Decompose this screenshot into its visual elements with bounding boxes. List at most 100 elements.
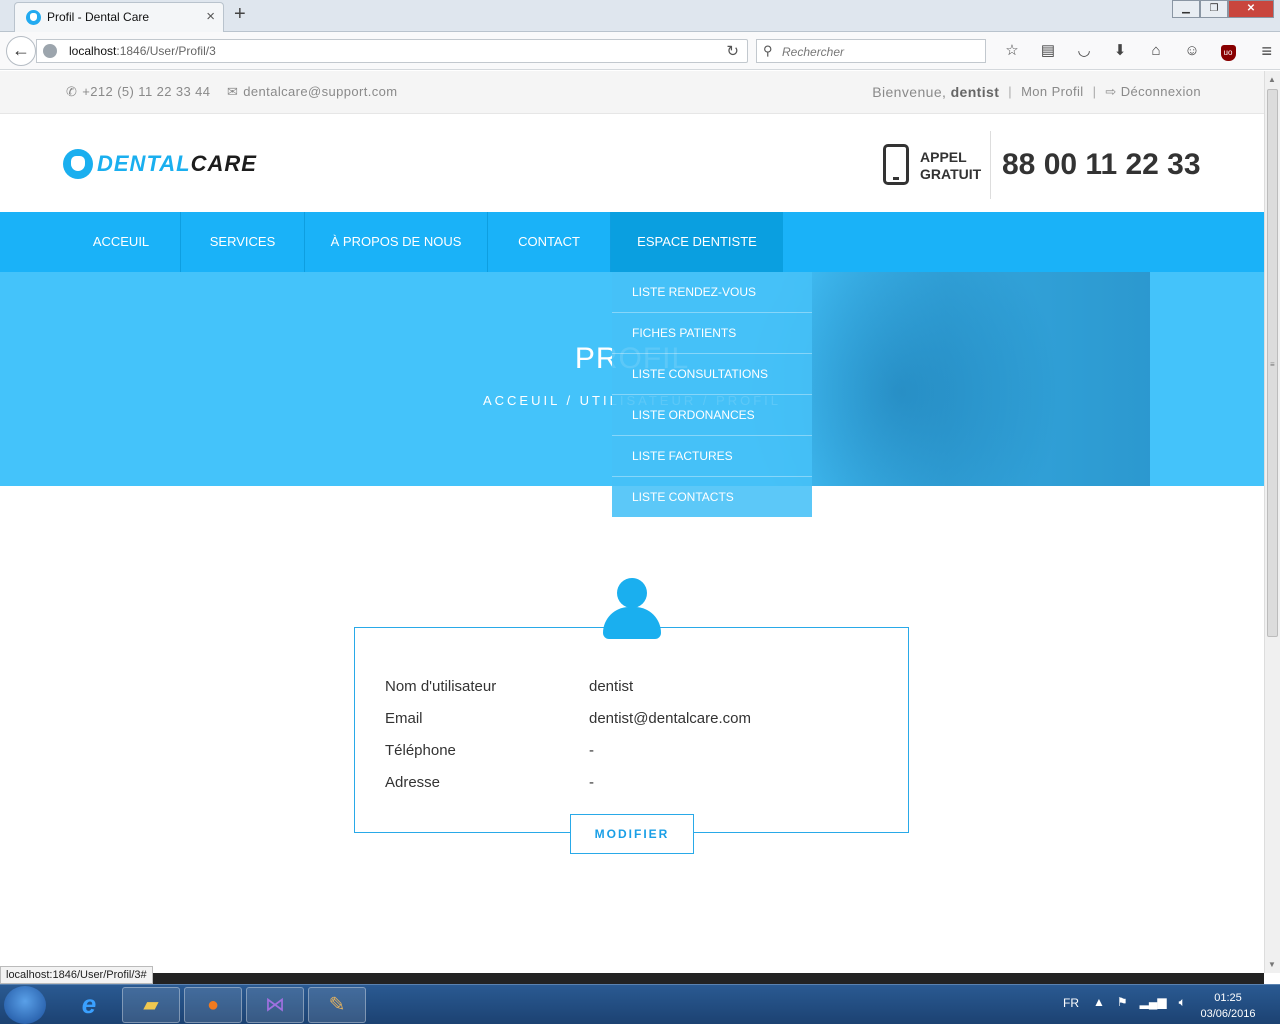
logout-link[interactable]: ⇨ Déconnexion [1105, 84, 1201, 100]
clock-date: 03/06/2016 [1200, 1008, 1256, 1020]
close-window-icon[interactable]: ✕ [1228, 0, 1274, 18]
tab-close-icon[interactable]: × [206, 8, 215, 25]
logo-dental: DENTAL [97, 151, 191, 176]
nav-item-espace-dentiste[interactable]: ESPACE DENTISTE [611, 212, 783, 272]
browser-tab-bar: Profil - Dental Care × + ▁ ❐ ✕ [0, 0, 1280, 32]
action-center-icon[interactable]: ⚑ [1117, 995, 1128, 1010]
firefox-icon[interactable]: ● [184, 987, 242, 1023]
home-icon[interactable]: ⌂ [1138, 41, 1174, 61]
logo-care: CARE [190, 151, 257, 176]
call-number: 88 00 11 22 33 [1002, 148, 1201, 181]
espace-dentiste-dropdown: LISTE RENDEZ-VOUS FICHES PATIENTS LISTE … [612, 272, 812, 517]
logo-text: DENTALCARE [97, 151, 257, 177]
envelope-icon: ✉ [227, 84, 239, 99]
site-footer-edge [0, 973, 1264, 984]
network-icon[interactable]: ▂▄▆ [1140, 995, 1167, 1010]
dropdown-item-fiches-patients[interactable]: FICHES PATIENTS [612, 313, 812, 354]
browser-tab[interactable]: Profil - Dental Care × [14, 2, 224, 32]
toolbar-icons: ☆ ▤ ◡ ⬇ ⌂ ☺ uo [994, 41, 1246, 61]
url-text: localhost:1846/User/Profil/3 [69, 44, 216, 58]
volume-icon[interactable]: 🔈︎ [1179, 995, 1186, 1010]
profile-card: Nom d'utilisateur dentist Email dentist@de… [354, 627, 909, 833]
bookmark-star-icon[interactable]: ☆ [994, 41, 1030, 61]
reload-icon[interactable]: ↻ [726, 42, 739, 60]
nav-item-services[interactable]: SERVICES [181, 212, 305, 272]
tooth-logo-icon [63, 149, 93, 179]
back-arrow-icon[interactable]: ← [6, 36, 36, 66]
profile-label: Email [385, 710, 423, 727]
nav-item-contact[interactable]: CONTACT [488, 212, 611, 272]
welcome-text: Bienvenue, dentist [872, 84, 999, 100]
my-profile-link[interactable]: Mon Profil [1021, 84, 1084, 100]
new-tab-icon[interactable]: + [234, 3, 246, 26]
scrollbar-grip-icon: ≡ [1270, 360, 1275, 369]
maximize-icon[interactable]: ❐ [1200, 0, 1228, 18]
separator: | [1008, 84, 1013, 99]
search-input[interactable]: ⚲ Rechercher [756, 39, 986, 63]
pocket-icon[interactable]: ◡ [1066, 41, 1102, 61]
separator: | [1092, 84, 1097, 99]
scroll-down-icon[interactable]: ▼ [1268, 960, 1276, 969]
start-button[interactable] [4, 986, 46, 1024]
ublock-shield-icon[interactable]: uo [1210, 41, 1246, 61]
page-viewport: ✆ +212 (5) 11 22 33 44 ✉ dentalcare@suppor… [0, 71, 1264, 973]
globe-icon [43, 44, 57, 58]
profile-row: Adresse - [385, 774, 594, 791]
url-path: :1846/User/Profil/3 [116, 44, 216, 58]
header-divider [990, 131, 991, 199]
dropdown-item-factures[interactable]: LISTE FACTURES [612, 436, 812, 477]
contact-email-text: dentalcare@support.com [243, 84, 398, 99]
scroll-up-icon[interactable]: ▲ [1268, 75, 1276, 84]
site-logo[interactable]: DENTALCARE [63, 149, 257, 179]
url-host: localhost [69, 44, 117, 58]
logout-icon: ⇨ [1105, 84, 1117, 99]
profile-value: dentist@dentalcare.com [589, 710, 751, 727]
tooth-favicon-icon [26, 10, 41, 25]
contact-phone: ✆ +212 (5) 11 22 33 44 [66, 84, 210, 100]
phone-icon: ✆ [66, 84, 78, 99]
scrollbar-thumb[interactable]: ≡ [1267, 89, 1278, 637]
modifier-button[interactable]: MODIFIER [570, 814, 694, 854]
profile-value: - [589, 774, 594, 791]
user-menu: Bienvenue, dentist | Mon Profil | ⇨ Déco… [872, 84, 1201, 100]
welcome-username: dentist [950, 84, 1000, 100]
internet-explorer-icon[interactable]: e [60, 987, 118, 1023]
top-contact-strip: ✆ +212 (5) 11 22 33 44 ✉ dentalcare@suppor… [0, 71, 1264, 114]
mobile-phone-icon [883, 144, 909, 185]
logout-label: Déconnexion [1120, 84, 1201, 99]
profile-row: Nom d'utilisateur dentist [385, 678, 633, 695]
url-bar[interactable]: localhost:1846/User/Profil/3 ↻ [36, 39, 748, 63]
profile-label: Nom d'utilisateur [385, 678, 497, 695]
free-call-line1: APPEL [920, 149, 967, 165]
windows-taskbar: e ▰ ● ⋈ ✎ FR ▲ ⚑ ▂▄▆ 🔈︎ 01:25 03/06/2016 [0, 984, 1280, 1024]
nav-item-acceuil[interactable]: ACCEUIL [62, 212, 181, 272]
contact-email[interactable]: ✉ dentalcare@support.com [227, 84, 398, 100]
paint-icon[interactable]: ✎ [308, 987, 366, 1023]
minimize-icon[interactable]: ▁ [1172, 0, 1200, 18]
system-clock[interactable]: 01:25 03/06/2016 [1190, 990, 1266, 1022]
tray-expand-icon[interactable]: ▲ [1093, 995, 1105, 1010]
file-explorer-icon[interactable]: ▰ [122, 987, 180, 1023]
nav-item-about[interactable]: À PROPOS DE NOUS [305, 212, 488, 272]
hamburger-menu-icon[interactable]: ≡ [1261, 41, 1272, 62]
window-controls: ▁ ❐ ✕ [1172, 0, 1274, 18]
reading-list-icon[interactable]: ▤ [1030, 41, 1066, 61]
download-icon[interactable]: ⬇ [1102, 41, 1138, 61]
profile-row: Téléphone - [385, 742, 594, 759]
tab-title: Profil - Dental Care [47, 10, 150, 24]
profile-row: Email dentist@dentalcare.com [385, 710, 751, 727]
dropdown-item-consultations[interactable]: LISTE CONSULTATIONS [612, 354, 812, 395]
free-call-line2: GRATUIT [920, 166, 982, 182]
clock-time: 01:25 [1214, 992, 1242, 1004]
visual-studio-icon[interactable]: ⋈ [246, 987, 304, 1023]
language-indicator[interactable]: FR [1063, 996, 1079, 1010]
chat-icon[interactable]: ☺ [1174, 41, 1210, 61]
vertical-scrollbar[interactable]: ▲ ≡ ▼ [1264, 71, 1280, 973]
free-call-label: APPEL GRATUIT [920, 149, 981, 183]
profile-label: Téléphone [385, 742, 456, 759]
dropdown-item-contacts[interactable]: LISTE CONTACTS [612, 477, 812, 518]
search-placeholder: Rechercher [782, 45, 845, 59]
dropdown-item-ordonances[interactable]: LISTE ORDONANCES [612, 395, 812, 436]
browser-toolbar: ← localhost:1846/User/Profil/3 ↻ ⚲ Reche… [0, 32, 1280, 70]
dropdown-item-rendez-vous[interactable]: LISTE RENDEZ-VOUS [612, 272, 812, 313]
